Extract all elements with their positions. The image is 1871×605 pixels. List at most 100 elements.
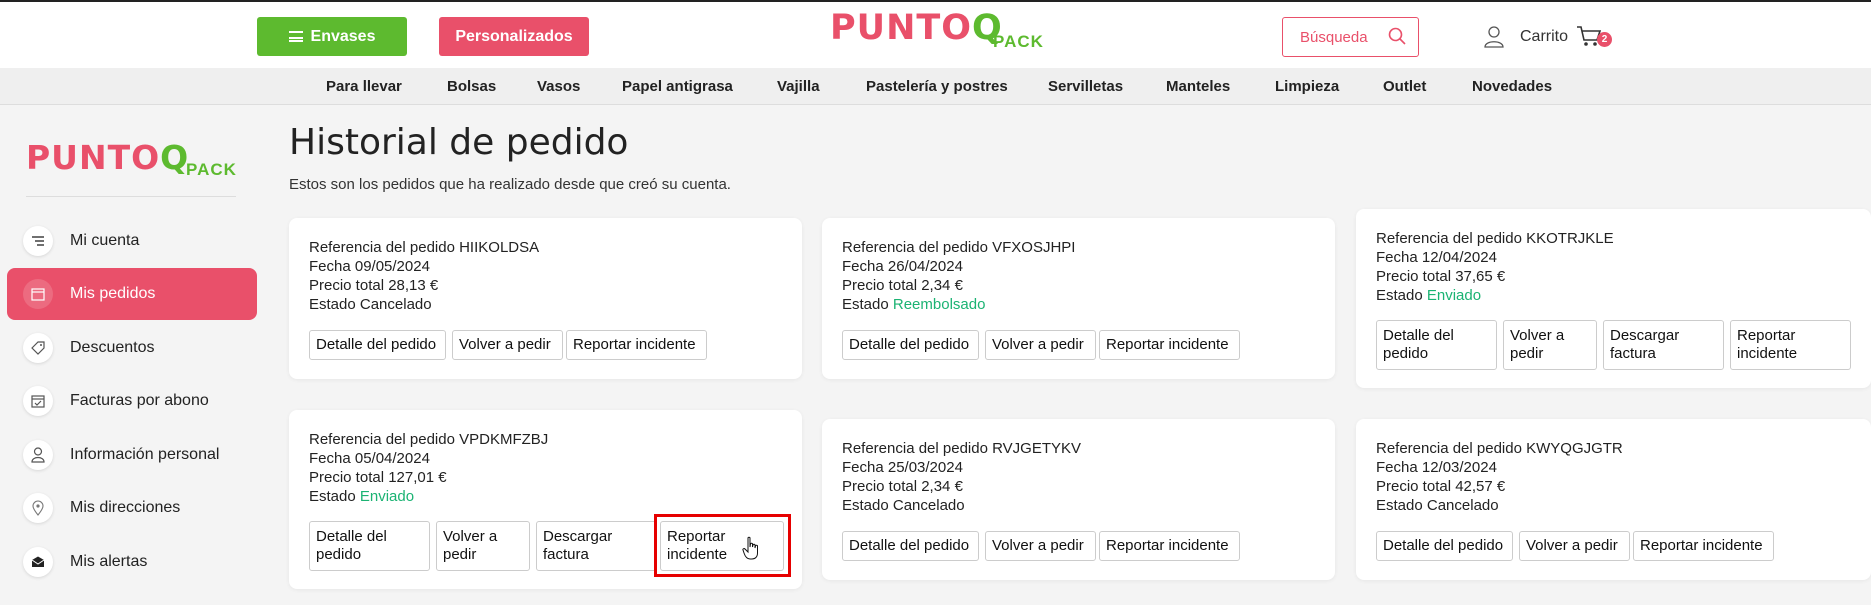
reorder-button[interactable]: Volver a pedir (985, 531, 1096, 561)
order-date: Fecha 09/05/2024 (309, 258, 430, 275)
reorder-button[interactable]: Volver a pedir (452, 330, 563, 360)
order-reference: Referencia del pedido KWYQGJGTR (1376, 440, 1623, 457)
category-para-llevar[interactable]: Para llevar (326, 78, 402, 95)
order-detail-button[interactable]: Detalle del pedido (842, 531, 979, 561)
hamburger-icon (288, 31, 303, 42)
order-card: Referencia del pedido KWYQGJGTR Fecha 12… (1356, 419, 1871, 580)
envases-menu-button[interactable]: Envases (257, 17, 407, 56)
order-reference: Referencia del pedido HIIKOLDSA (309, 239, 540, 256)
sidebar-item-mis-pedidos[interactable]: Mis pedidos (7, 268, 257, 320)
sidebar-item-facturas[interactable]: Facturas por abono (7, 375, 257, 427)
category-bolsas[interactable]: Bolsas (447, 78, 496, 95)
sidebar-item-label: Mis alertas (70, 553, 148, 570)
highlight-box (654, 514, 791, 577)
order-card: Referencia del pedido RVJGETYKV Fecha 25… (822, 419, 1335, 580)
order-reference: Referencia del pedido VPDKMFZBJ (309, 431, 549, 448)
sidebar-item-label: Descuentos (70, 339, 155, 356)
category-papel-antigrasa[interactable]: Papel antigrasa (622, 78, 733, 95)
order-detail-button[interactable]: Detalle del pedido (309, 330, 446, 360)
reorder-button[interactable]: Volver a pedir (1519, 531, 1630, 561)
order-detail-button[interactable]: Detalle del pedido (842, 330, 979, 360)
logo-pack: PACK (993, 32, 1044, 51)
category-novedades[interactable]: Novedades (1472, 78, 1552, 95)
hand-cursor-icon (742, 536, 758, 560)
report-incident-button[interactable]: Reportar incidente (1730, 320, 1851, 370)
cart-count-badge: 2 (1597, 32, 1612, 47)
report-incident-button[interactable]: Reportar incidente (1099, 330, 1240, 360)
order-date: Fecha 12/03/2024 (1376, 459, 1497, 476)
sidebar-logo[interactable]: PUNTOQ PACK (26, 138, 246, 183)
order-total: Precio total 127,01 € (309, 469, 447, 486)
order-state-value: Enviado (1426, 287, 1482, 304)
order-total: Precio total 42,57 € (1376, 478, 1506, 495)
logo-text: PUNTO (830, 8, 972, 48)
sidebar-item-descuentos[interactable]: Descuentos (7, 322, 257, 374)
order-state-value: Enviado (359, 488, 415, 505)
category-manteles[interactable]: Manteles (1166, 78, 1230, 95)
order-card: Referencia del pedido VFXOSJHPI Fecha 26… (822, 218, 1335, 379)
sidebar-item-mis-direcciones[interactable]: Mis direcciones (7, 482, 257, 534)
order-state-value: Cancelado (359, 296, 432, 313)
order-total: Precio total 28,13 € (309, 277, 439, 294)
sidebar-logo-pack: PACK (186, 160, 237, 179)
download-invoice-button[interactable]: Descargar factura (1603, 320, 1724, 370)
category-vasos[interactable]: Vasos (537, 78, 580, 95)
search-input[interactable]: Búsqueda (1282, 17, 1419, 57)
personalizados-button[interactable]: Personalizados (439, 17, 589, 56)
order-detail-button[interactable]: Detalle del pedido (1376, 320, 1497, 370)
cart-label[interactable]: Carrito (1520, 28, 1568, 46)
order-date: Fecha 25/03/2024 (842, 459, 963, 476)
order-reference: Referencia del pedido VFXOSJHPI (842, 239, 1076, 256)
order-state-value: Cancelado (1426, 497, 1499, 514)
order-state: Estado Cancelado (1376, 497, 1499, 514)
user-icon[interactable] (1484, 26, 1504, 48)
reorder-button[interactable]: Volver a pedir (985, 330, 1096, 360)
order-date: Fecha 26/04/2024 (842, 258, 963, 275)
calendar-icon (23, 279, 53, 309)
sidebar-item-informacion-personal[interactable]: Información personal (7, 429, 257, 481)
order-state: Estado Cancelado (842, 497, 965, 514)
order-total: Precio total 37,65 € (1376, 268, 1506, 285)
order-state: Estado Cancelado (309, 296, 432, 313)
order-reference: Referencia del pedido RVJGETYKV (842, 440, 1082, 457)
tag-icon (23, 333, 53, 363)
user-icon (23, 440, 53, 470)
sidebar-item-label: Facturas por abono (70, 392, 209, 409)
order-reference: Referencia del pedido KKOTRJKLE (1376, 230, 1614, 247)
site-header: Envases Personalizados PUNTOQ PACK Búsqu… (0, 0, 1871, 68)
category-limpieza[interactable]: Limpieza (1275, 78, 1339, 95)
location-pin-icon (23, 493, 53, 523)
list-icon (23, 226, 53, 256)
report-incident-button[interactable]: Reportar incidente (1099, 531, 1240, 561)
order-total: Precio total 2,34 € (842, 478, 963, 495)
order-detail-button[interactable]: Detalle del pedido (1376, 531, 1513, 561)
order-card: Referencia del pedido KKOTRJKLE Fecha 12… (1356, 209, 1871, 388)
page-title: Historial de pedido (289, 122, 629, 163)
order-detail-button[interactable]: Detalle del pedido (309, 521, 430, 571)
order-state: Estado Enviado (309, 488, 415, 505)
category-pasteleria[interactable]: Pastelería y postres (866, 78, 1008, 95)
report-incident-button[interactable]: Reportar incidente (566, 330, 707, 360)
envelope-icon (23, 547, 53, 577)
sidebar-item-label: Mis pedidos (70, 285, 156, 302)
calendar-check-icon (23, 386, 53, 416)
order-date: Fecha 12/04/2024 (1376, 249, 1497, 266)
report-incident-button[interactable]: Reportar incidente (1633, 531, 1774, 561)
reorder-button[interactable]: Volver a pedir (436, 521, 530, 571)
sidebar-item-label: Mi cuenta (70, 232, 140, 249)
category-outlet[interactable]: Outlet (1383, 78, 1426, 95)
search-icon[interactable] (1388, 27, 1406, 45)
order-state: Estado Enviado (1376, 287, 1482, 304)
download-invoice-button[interactable]: Descargar factura (536, 521, 657, 571)
order-total: Precio total 2,34 € (842, 277, 963, 294)
personalizados-label: Personalizados (455, 27, 573, 45)
reorder-button[interactable]: Volver a pedir (1503, 320, 1597, 370)
category-vajilla[interactable]: Vajilla (777, 78, 820, 95)
order-card: Referencia del pedido VPDKMFZBJ Fecha 05… (289, 410, 802, 589)
sidebar-item-mi-cuenta[interactable]: Mi cuenta (7, 215, 257, 267)
sidebar-logo-q: Q (160, 138, 190, 177)
site-logo[interactable]: PUNTOQ PACK (830, 8, 1050, 58)
category-servilletas[interactable]: Servilletas (1048, 78, 1123, 95)
sidebar-item-mis-alertas[interactable]: Mis alertas (7, 536, 257, 588)
sidebar-divider (26, 196, 236, 197)
